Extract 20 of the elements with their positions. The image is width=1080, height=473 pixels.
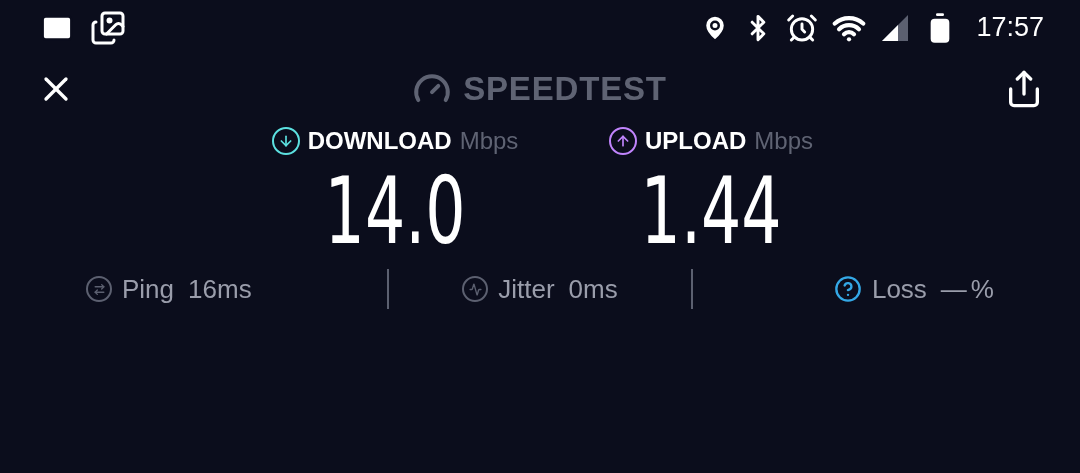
stat-value: 16ms (188, 272, 252, 306)
result-value: 1.44 (640, 164, 782, 258)
result-label: DOWNLOAD (307, 126, 452, 156)
ping-icon (86, 276, 112, 302)
unit-label: Mbps (754, 126, 813, 156)
alarm-icon (786, 11, 819, 44)
wave-icon (462, 276, 489, 302)
stat-label: Ping (122, 272, 175, 306)
result-label: UPLOAD (645, 126, 747, 156)
stat-value: — (940, 272, 967, 306)
gallery-icon (90, 9, 126, 46)
stat-unit: % (970, 272, 994, 306)
stat-label: Jitter (498, 272, 555, 306)
unit-label: Mbps (459, 126, 519, 156)
stat-value: 0ms (568, 272, 618, 306)
stat-label: Loss (871, 272, 927, 306)
app-title: SPEEDTEST (463, 69, 667, 110)
result-value: 14.0 (324, 164, 466, 258)
clock-time: 17:57 (976, 11, 1044, 45)
help-icon[interactable] (833, 275, 862, 303)
